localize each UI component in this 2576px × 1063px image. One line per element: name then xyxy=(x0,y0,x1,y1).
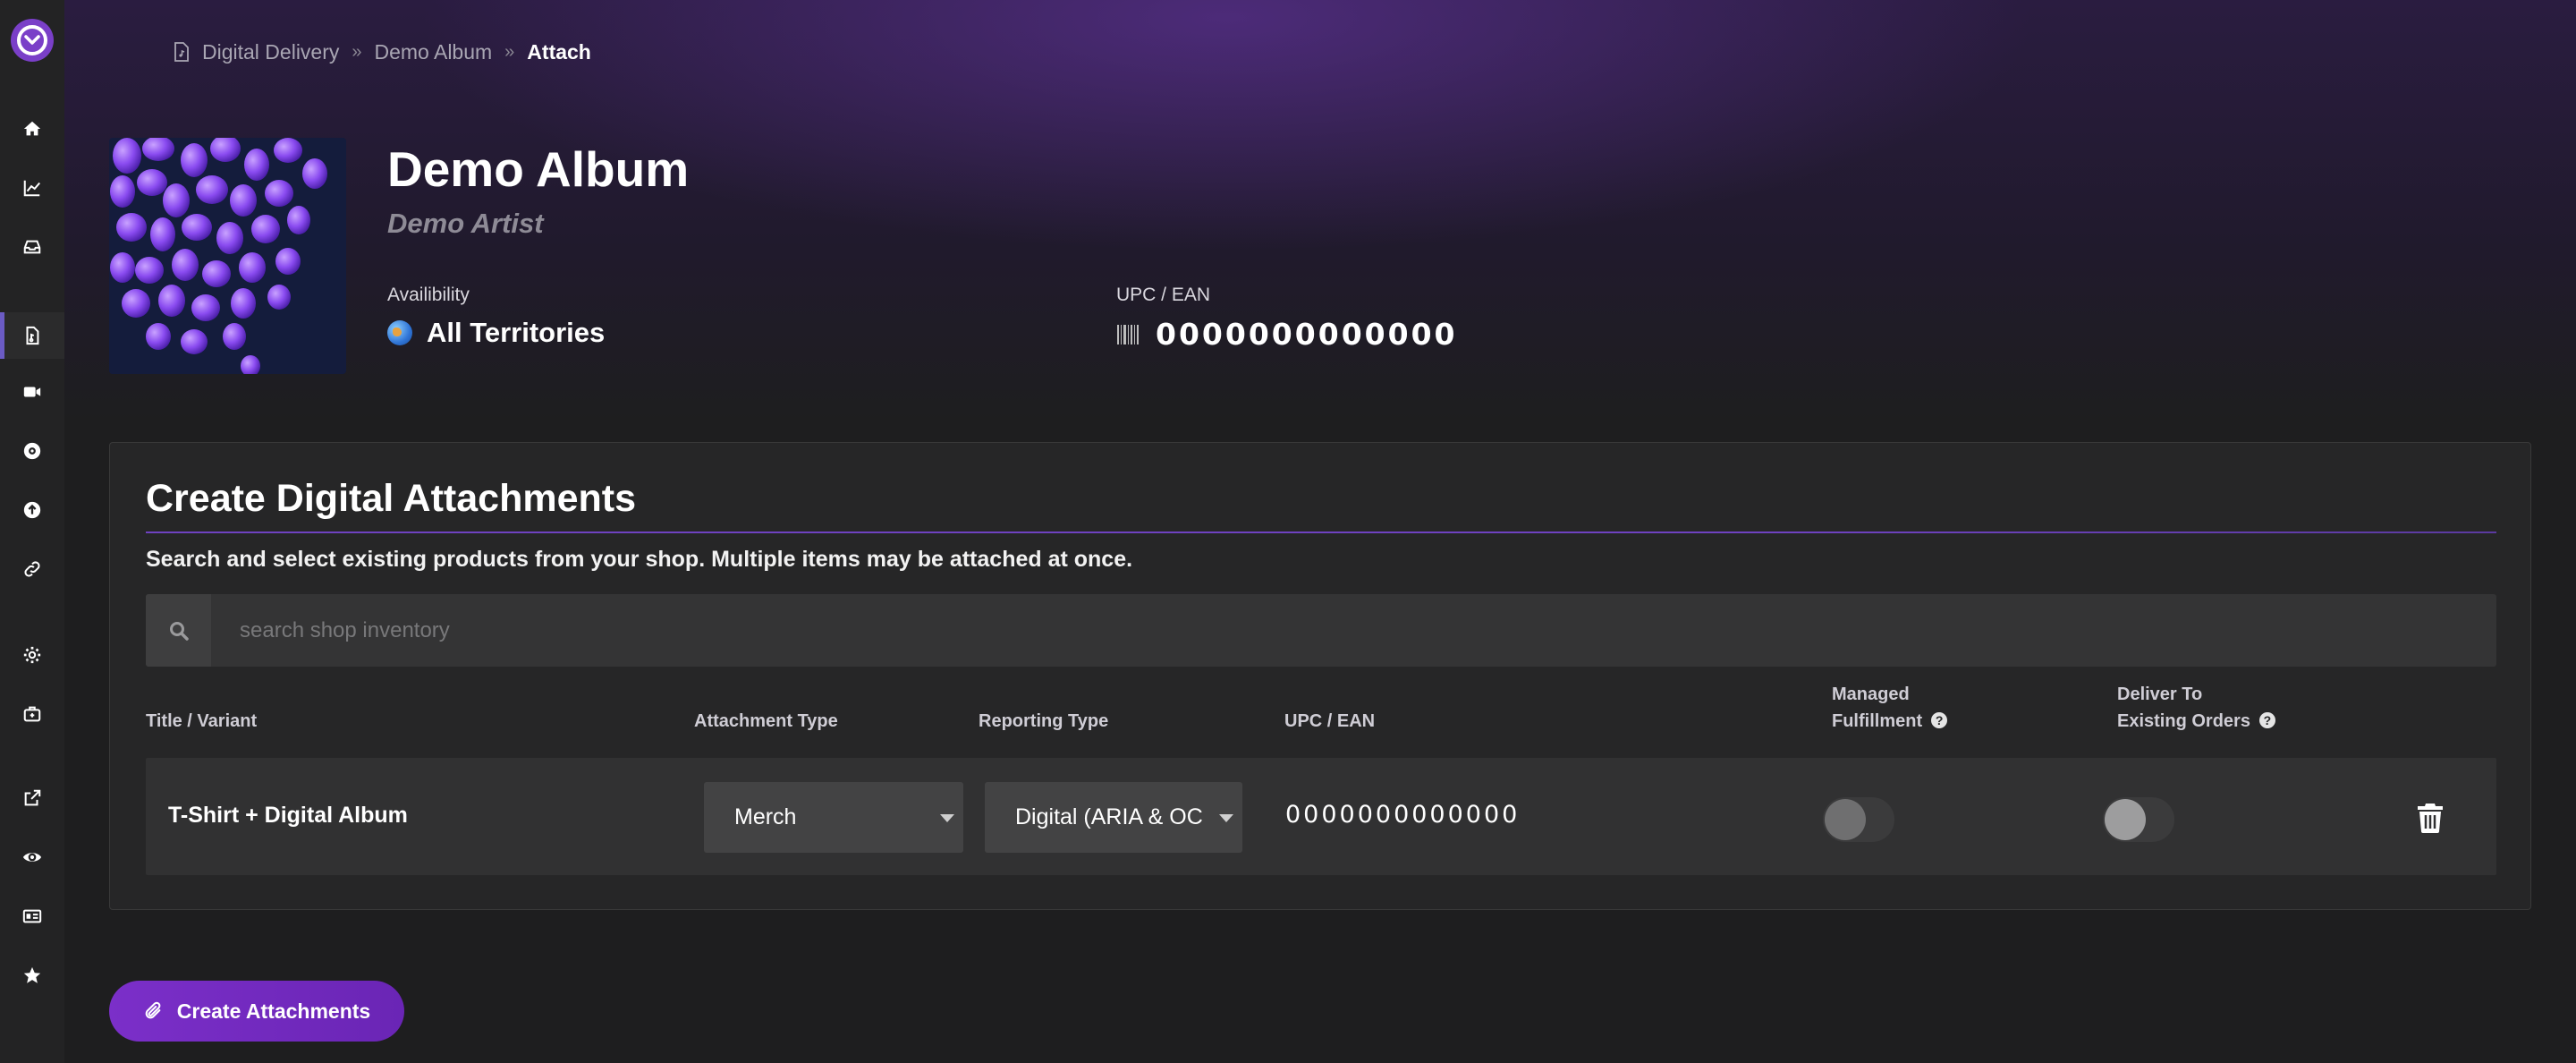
trash-icon[interactable] xyxy=(2417,803,2444,833)
column-reporting-type: Reporting Type xyxy=(979,711,1109,731)
gear-icon[interactable] xyxy=(0,634,64,676)
deliver-existing-orders-toggle[interactable] xyxy=(2103,797,2174,842)
column-deliver-line1: Deliver To xyxy=(2117,685,2203,704)
link-icon[interactable] xyxy=(0,548,64,591)
search-button[interactable] xyxy=(146,594,211,667)
row-title: T-Shirt + Digital Album xyxy=(168,803,408,828)
upload-icon[interactable] xyxy=(0,489,64,532)
caret-down-icon xyxy=(940,814,954,822)
column-deliver-existing: Deliver To Existing Orders? xyxy=(2117,681,2275,735)
availability-value: All Territories xyxy=(387,317,605,349)
star-icon[interactable] xyxy=(0,954,64,997)
breadcrumb: Digital Delivery » Demo Album » Attach xyxy=(174,38,591,65)
column-title-variant: Title / Variant xyxy=(146,711,258,731)
column-attachment-type: Attachment Type xyxy=(694,711,838,731)
sidebar xyxy=(0,0,64,1063)
disc-icon[interactable] xyxy=(0,429,64,472)
app-logo[interactable] xyxy=(11,19,54,62)
breadcrumb-digital-delivery[interactable]: Digital Delivery xyxy=(202,40,339,64)
search-icon xyxy=(169,621,189,641)
upc-label: UPC / EAN xyxy=(1116,285,1211,305)
external-link-icon[interactable] xyxy=(0,777,64,820)
briefcase-icon[interactable] xyxy=(0,693,64,736)
breadcrumb-separator-icon: » xyxy=(352,41,362,62)
row-upc: 0000000000000 xyxy=(1285,801,1521,829)
attachment-type-value: Merch xyxy=(734,804,797,829)
album-cover xyxy=(109,138,346,374)
upc-value: 0000000000000 xyxy=(1116,317,1458,352)
column-managed-line2: Fulfillment xyxy=(1832,711,1923,731)
globe-icon xyxy=(387,320,412,345)
file-audio-icon xyxy=(174,42,189,62)
search-input[interactable] xyxy=(211,594,2496,667)
inventory-search xyxy=(146,594,2496,667)
eye-icon[interactable] xyxy=(0,836,64,879)
video-icon[interactable] xyxy=(0,370,64,413)
create-attachments-panel: Create Digital Attachments Search and se… xyxy=(109,442,2531,910)
reporting-type-value: Digital (ARIA & OC xyxy=(1015,804,1203,829)
help-icon[interactable]: ? xyxy=(1931,711,1948,728)
artist-name: Demo Artist xyxy=(387,208,544,239)
toggle-knob xyxy=(1825,799,1866,840)
availability-text: All Territories xyxy=(427,317,606,348)
column-managed-fulfillment: Managed Fulfillment? xyxy=(1832,681,1948,735)
column-managed-line1: Managed xyxy=(1832,685,1910,704)
create-attachments-label: Create Attachments xyxy=(176,999,371,1023)
create-attachments-button[interactable]: Create Attachments xyxy=(109,981,404,1042)
attachment-type-select[interactable]: Merch xyxy=(704,782,963,853)
availability-label: Availibility xyxy=(387,285,470,305)
barcode-icon xyxy=(1117,324,1139,344)
panel-title: Create Digital Attachments xyxy=(146,477,636,520)
reporting-type-select[interactable]: Digital (ARIA & OC xyxy=(985,782,1242,853)
breadcrumb-current: Attach xyxy=(527,39,591,64)
upc-number: 0000000000000 xyxy=(1156,317,1458,352)
managed-fulfillment-toggle[interactable] xyxy=(1823,797,1894,842)
home-icon[interactable] xyxy=(0,107,64,150)
column-upc: UPC / EAN xyxy=(1284,711,1376,731)
breadcrumb-demo-album[interactable]: Demo Album xyxy=(375,40,493,64)
file-audio-icon[interactable] xyxy=(0,312,64,359)
title-divider xyxy=(146,532,2496,533)
column-deliver-line2: Existing Orders xyxy=(2117,711,2250,731)
panel-description: Search and select existing products from… xyxy=(146,547,1133,572)
breadcrumb-separator-icon: » xyxy=(504,41,515,62)
caret-down-icon xyxy=(1219,814,1233,822)
help-icon[interactable]: ? xyxy=(2258,711,2275,728)
id-card-icon[interactable] xyxy=(0,895,64,938)
inbox-icon[interactable] xyxy=(0,225,64,268)
album-title: Demo Album xyxy=(387,141,690,197)
toggle-knob xyxy=(2105,799,2146,840)
chart-icon[interactable] xyxy=(0,166,64,209)
table-row: T-Shirt + Digital Album Merch Digital (A… xyxy=(146,758,2496,875)
paperclip-icon xyxy=(145,1001,161,1019)
